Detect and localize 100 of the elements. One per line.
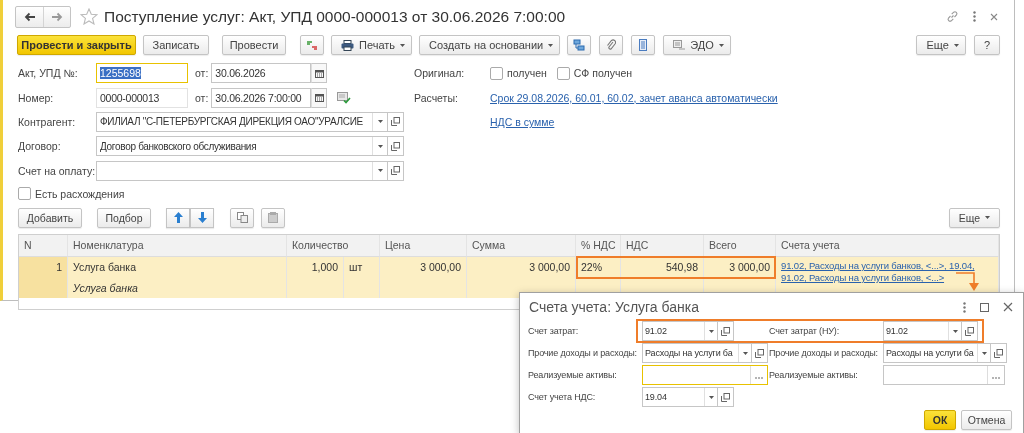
help-button[interactable]: ? [973, 35, 1000, 55]
choice-field[interactable] [642, 365, 768, 385]
window-title: Поступление услуг: Акт, УПД 0000-000013 от 30.06.2026 7:00:00 [104, 7, 566, 26]
field-label: Договор: [18, 140, 62, 153]
open-button[interactable] [752, 343, 768, 363]
document-check-icon[interactable] [337, 91, 352, 104]
toolbar-button[interactable]: Провести [222, 35, 286, 55]
dropdown-button[interactable] [704, 388, 717, 406]
checkbox[interactable] [18, 187, 31, 201]
table-cell: шт [344, 256, 380, 298]
move-up-button[interactable] [166, 207, 190, 228]
open-button[interactable] [388, 136, 404, 157]
combo-field[interactable]: ФИЛИАЛ "С-ПЕТЕРБУРГСКАЯ ДИРЕКЦИЯ ОАО"УРАЛСИЕ [96, 111, 388, 132]
column-header: Цена [380, 234, 467, 257]
field-label: Контрагент: [18, 115, 77, 128]
list-icon [639, 39, 648, 51]
copy-button[interactable] [230, 207, 254, 228]
caret-icon [400, 43, 406, 47]
field-label: Номер: [18, 91, 55, 104]
paperclip-icon [606, 39, 617, 51]
more-button[interactable]: Еще [916, 35, 966, 55]
toolbar-button[interactable]: ЭДО [663, 35, 731, 55]
column-header: Счета учета [776, 234, 999, 257]
more-button[interactable]: Еще [948, 207, 1000, 228]
open-button[interactable] [962, 321, 978, 341]
combo-field[interactable]: 91.02 [883, 321, 962, 341]
open-icon [391, 166, 400, 176]
open-button[interactable] [388, 160, 404, 181]
toolbar-button[interactable]: Печать [331, 35, 413, 55]
caret-icon [548, 43, 554, 47]
close-icon[interactable] [1003, 302, 1013, 312]
field-label: от: [195, 67, 209, 80]
field-label: Прочие доходы и расходы: [528, 348, 638, 358]
calendar-button[interactable] [311, 63, 328, 84]
toolbar-button[interactable]: Создать на основании [419, 35, 561, 55]
field-label: Счет учета НДС: [528, 392, 597, 402]
combo-field[interactable]: Расходы на услуги ба [883, 343, 991, 363]
link-icon[interactable] [946, 10, 959, 23]
dialog-title: Счета учета: Услуга банка [529, 299, 699, 315]
field-label: Оригинал: [414, 67, 466, 80]
caret-icon [377, 169, 383, 173]
arrow-right-icon [51, 11, 63, 22]
paste-button[interactable] [261, 207, 285, 228]
accounts-link[interactable]: 91.02, Расходы на услуги банков, <...>, 19.04, [781, 259, 975, 272]
ok-button[interactable]: ОК [924, 410, 956, 430]
table-button[interactable]: Подбор [97, 207, 151, 228]
table-button[interactable]: Добавить [18, 207, 82, 228]
toolbar-button[interactable]: Провести и закрыть [17, 35, 136, 55]
dropdown-button[interactable] [704, 322, 717, 340]
calendar-button[interactable] [311, 87, 328, 108]
column-header: Всего [704, 234, 776, 257]
open-icon [721, 392, 730, 402]
date-field[interactable]: 30.06.2026 [211, 63, 312, 84]
combo-field[interactable]: 19.04 [642, 387, 718, 407]
dropdown-button[interactable] [977, 344, 990, 362]
open-icon [391, 117, 400, 127]
table-cell: 1 [19, 256, 68, 298]
accounts-link[interactable]: 91.02, Расходы на услуги банков, <...> [781, 271, 945, 284]
dropdown-button[interactable] [738, 344, 751, 362]
table-cell: 3 000,00 [380, 256, 467, 298]
settlements-link[interactable]: Срок 29.08.2026, 60.01, 60.02, зачет аванса автоматически [490, 91, 778, 104]
caret-icon [952, 329, 958, 333]
copy-icon [236, 212, 248, 224]
table-cell: 1,000 [287, 256, 344, 298]
dropdown-button[interactable] [948, 322, 961, 340]
choice-field[interactable] [883, 365, 1005, 385]
open-button[interactable] [718, 387, 734, 407]
date-field[interactable]: 30.06.2026 7:00:00 [211, 87, 312, 108]
vat-link[interactable]: НДС в сумме [490, 115, 555, 128]
close-icon[interactable] [990, 12, 998, 21]
open-icon [755, 348, 764, 358]
menu-icon[interactable] [973, 11, 976, 22]
caret-icon [953, 43, 959, 47]
maximize-icon[interactable] [980, 302, 989, 312]
checkbox[interactable] [490, 66, 503, 80]
star-icon[interactable] [80, 8, 98, 25]
combo-field[interactable] [96, 160, 388, 181]
list-button[interactable] [631, 35, 656, 55]
cancel-button[interactable]: Отмена [961, 410, 1012, 430]
structure-button[interactable] [567, 35, 592, 55]
open-button[interactable] [991, 343, 1007, 363]
column-header: Номенклатура [68, 234, 287, 257]
move-down-button[interactable] [190, 207, 214, 228]
combo-field[interactable]: Договор банковского обслуживания [96, 136, 388, 157]
input-field[interactable]: 0000-000013 [96, 87, 188, 108]
checkbox[interactable] [556, 66, 570, 80]
open-button[interactable] [388, 111, 404, 132]
input-field[interactable]: 1255698 [96, 63, 188, 84]
field-label: Счет на оплату: [18, 164, 96, 177]
attach-button[interactable] [599, 35, 624, 55]
menu-icon[interactable] [963, 301, 966, 313]
combo-field[interactable]: 91.02 [642, 321, 718, 341]
caret-icon [377, 120, 383, 124]
paste-icon [268, 212, 278, 224]
column-header: N [19, 234, 68, 257]
combo-field[interactable]: Расходы на услуги ба [642, 343, 752, 363]
toolbar-button[interactable]: Записать [143, 35, 209, 55]
posting-button[interactable] [300, 35, 324, 55]
open-button[interactable] [718, 321, 734, 341]
caret-icon [742, 351, 748, 355]
